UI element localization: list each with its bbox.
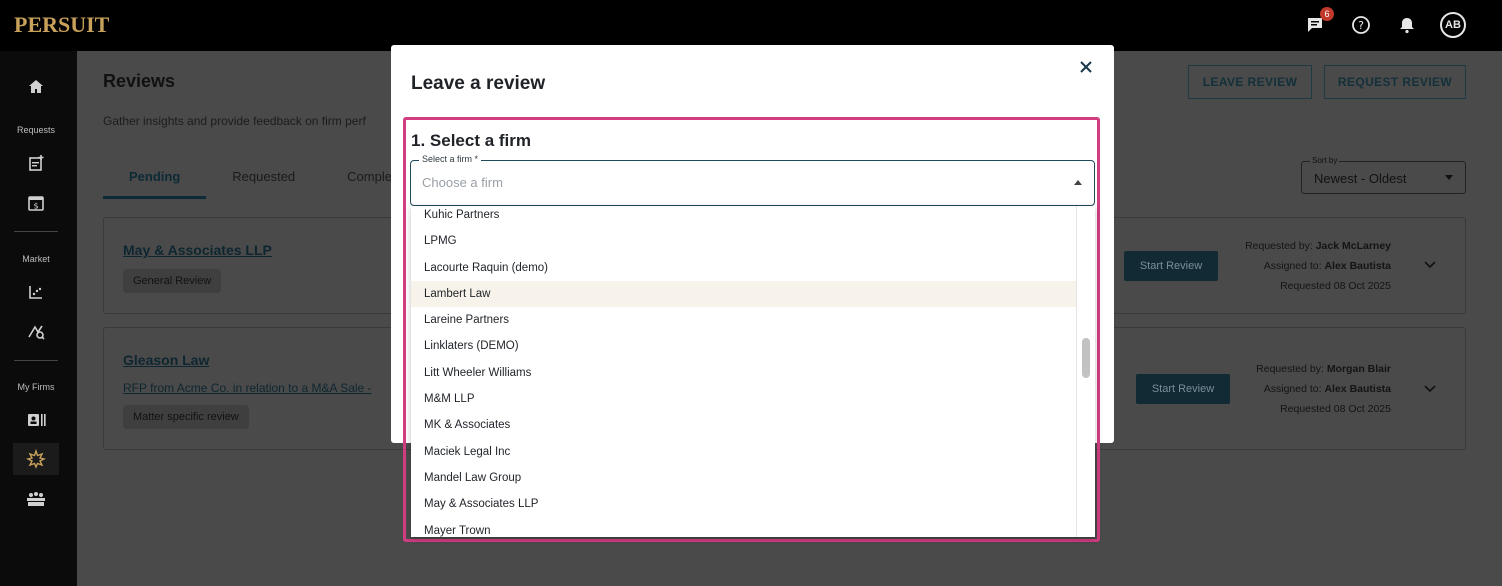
request-review-button[interactable]: REQUEST REVIEW bbox=[1324, 65, 1466, 99]
sidebar-section-my-firms: My Firms bbox=[17, 382, 55, 392]
svg-text:?: ? bbox=[1358, 19, 1364, 32]
review-type-chip: Matter specific review bbox=[123, 405, 249, 429]
tab-requested[interactable]: Requested bbox=[206, 163, 321, 199]
review-type-chip: General Review bbox=[123, 269, 222, 293]
tab-pending[interactable]: Pending bbox=[103, 163, 207, 199]
firm-option[interactable]: Litt Wheeler Williams bbox=[411, 360, 1076, 386]
review-tabs: Pending Requested Comple bbox=[103, 163, 418, 199]
panel-icon[interactable] bbox=[13, 483, 59, 515]
scrollbar-thumb[interactable] bbox=[1082, 338, 1090, 378]
sidebar-section-requests: Requests bbox=[16, 125, 56, 135]
requested-date: Requested 08 Oct 2025 bbox=[1280, 403, 1391, 415]
assigned-to-label: Assigned to: bbox=[1263, 260, 1322, 272]
modal-title: Leave a review bbox=[411, 73, 546, 94]
reviews-icon[interactable] bbox=[13, 443, 59, 475]
chevron-down-icon bbox=[1445, 175, 1453, 180]
firm-option[interactable]: Kuhic Partners bbox=[411, 206, 1076, 228]
sort-value: Newest - Oldest bbox=[1314, 171, 1407, 186]
firm-options-list[interactable]: Kuhic Partners LPMG Lacourte Raquin (demo)… bbox=[411, 206, 1095, 537]
page-subtitle: Gather insights and provide feedback on … bbox=[103, 114, 366, 128]
requested-by-name: Morgan Blair bbox=[1326, 363, 1391, 375]
sort-label: Sort by bbox=[1310, 156, 1340, 165]
requested-by-label: Requested by: bbox=[1256, 363, 1324, 375]
firm-option[interactable]: May & Associates LLP bbox=[411, 491, 1076, 517]
page-title: Reviews bbox=[103, 71, 176, 91]
firm-option[interactable]: Maciek Legal Inc bbox=[411, 439, 1076, 465]
analytics-icon[interactable] bbox=[13, 315, 59, 347]
sidebar: Requests $ Market My Firms bbox=[0, 51, 77, 586]
firm-option[interactable]: Lambert Law bbox=[411, 280, 1076, 308]
bell-icon[interactable] bbox=[1394, 12, 1420, 38]
assigned-to-name: Alex Bautista bbox=[1324, 383, 1391, 395]
sidebar-divider bbox=[14, 231, 58, 232]
market-chart-icon[interactable] bbox=[13, 276, 59, 308]
review-meta: Requested by: Jack McLarney Assigned to:… bbox=[1184, 236, 1391, 296]
top-bar: PERSUIT 6 ? AB bbox=[0, 0, 1502, 51]
home-icon[interactable] bbox=[13, 71, 59, 103]
firm-option[interactable]: Linklaters (DEMO) bbox=[411, 333, 1076, 359]
review-meta: Requested by: Morgan Blair Assigned to: … bbox=[1184, 359, 1391, 419]
sidebar-divider bbox=[14, 360, 58, 361]
firm-option[interactable]: M&M LLP bbox=[411, 386, 1076, 412]
firm-name-link[interactable]: Gleason Law bbox=[123, 352, 209, 368]
firm-select[interactable]: Select a firm * Choose a firm bbox=[410, 154, 1095, 206]
options-container: Kuhic Partners LPMG Lacourte Raquin (demo)… bbox=[411, 206, 1076, 537]
requested-by-label: Requested by: bbox=[1245, 240, 1313, 252]
requested-date: Requested 08 Oct 2025 bbox=[1280, 280, 1391, 292]
assigned-to-name: Alex Bautista bbox=[1324, 260, 1391, 272]
rfp-link[interactable]: RFP from Acme Co. in relation to a M&A S… bbox=[123, 381, 372, 395]
persuit-logo[interactable]: PERSUIT bbox=[14, 12, 109, 38]
chevron-up-icon[interactable] bbox=[1074, 180, 1082, 185]
help-icon[interactable]: ? bbox=[1348, 12, 1374, 38]
firm-option[interactable]: Lareine Partners bbox=[411, 307, 1076, 333]
leave-review-button[interactable]: LEAVE REVIEW bbox=[1188, 65, 1312, 99]
assigned-to-label: Assigned to: bbox=[1263, 383, 1322, 395]
messages-icon[interactable]: 6 bbox=[1302, 7, 1334, 38]
firm-select-label: Select a firm * bbox=[419, 154, 482, 164]
firm-option[interactable]: Lacourte Raquin (demo) bbox=[411, 255, 1076, 281]
notification-badge: 6 bbox=[1320, 7, 1334, 21]
firm-directory-icon[interactable] bbox=[13, 404, 59, 436]
new-request-icon[interactable] bbox=[13, 147, 59, 179]
scrollbar[interactable] bbox=[1076, 206, 1095, 537]
close-icon[interactable] bbox=[1079, 57, 1093, 80]
firm-option[interactable]: MK & Associates bbox=[411, 412, 1076, 438]
user-avatar[interactable]: AB bbox=[1440, 12, 1466, 38]
sidebar-section-market: Market bbox=[22, 254, 50, 264]
firm-option[interactable]: Mayer Trown bbox=[411, 518, 1076, 537]
billing-icon[interactable]: $ bbox=[13, 187, 59, 219]
chevron-down-icon[interactable] bbox=[1424, 258, 1436, 272]
chevron-down-icon[interactable] bbox=[1424, 382, 1436, 396]
firm-option[interactable]: Mandel Law Group bbox=[411, 465, 1076, 491]
requested-by-name: Jack McLarney bbox=[1315, 240, 1391, 252]
firm-select-placeholder: Choose a firm bbox=[422, 175, 503, 190]
svg-text:$: $ bbox=[33, 202, 38, 211]
sort-select[interactable]: Sort by Newest - Oldest bbox=[1301, 156, 1466, 194]
firm-option[interactable]: LPMG bbox=[411, 228, 1076, 254]
firm-name-link[interactable]: May & Associates LLP bbox=[123, 242, 272, 258]
step-title: 1. Select a firm bbox=[411, 131, 532, 150]
top-icons: 6 ? AB bbox=[1302, 7, 1466, 38]
